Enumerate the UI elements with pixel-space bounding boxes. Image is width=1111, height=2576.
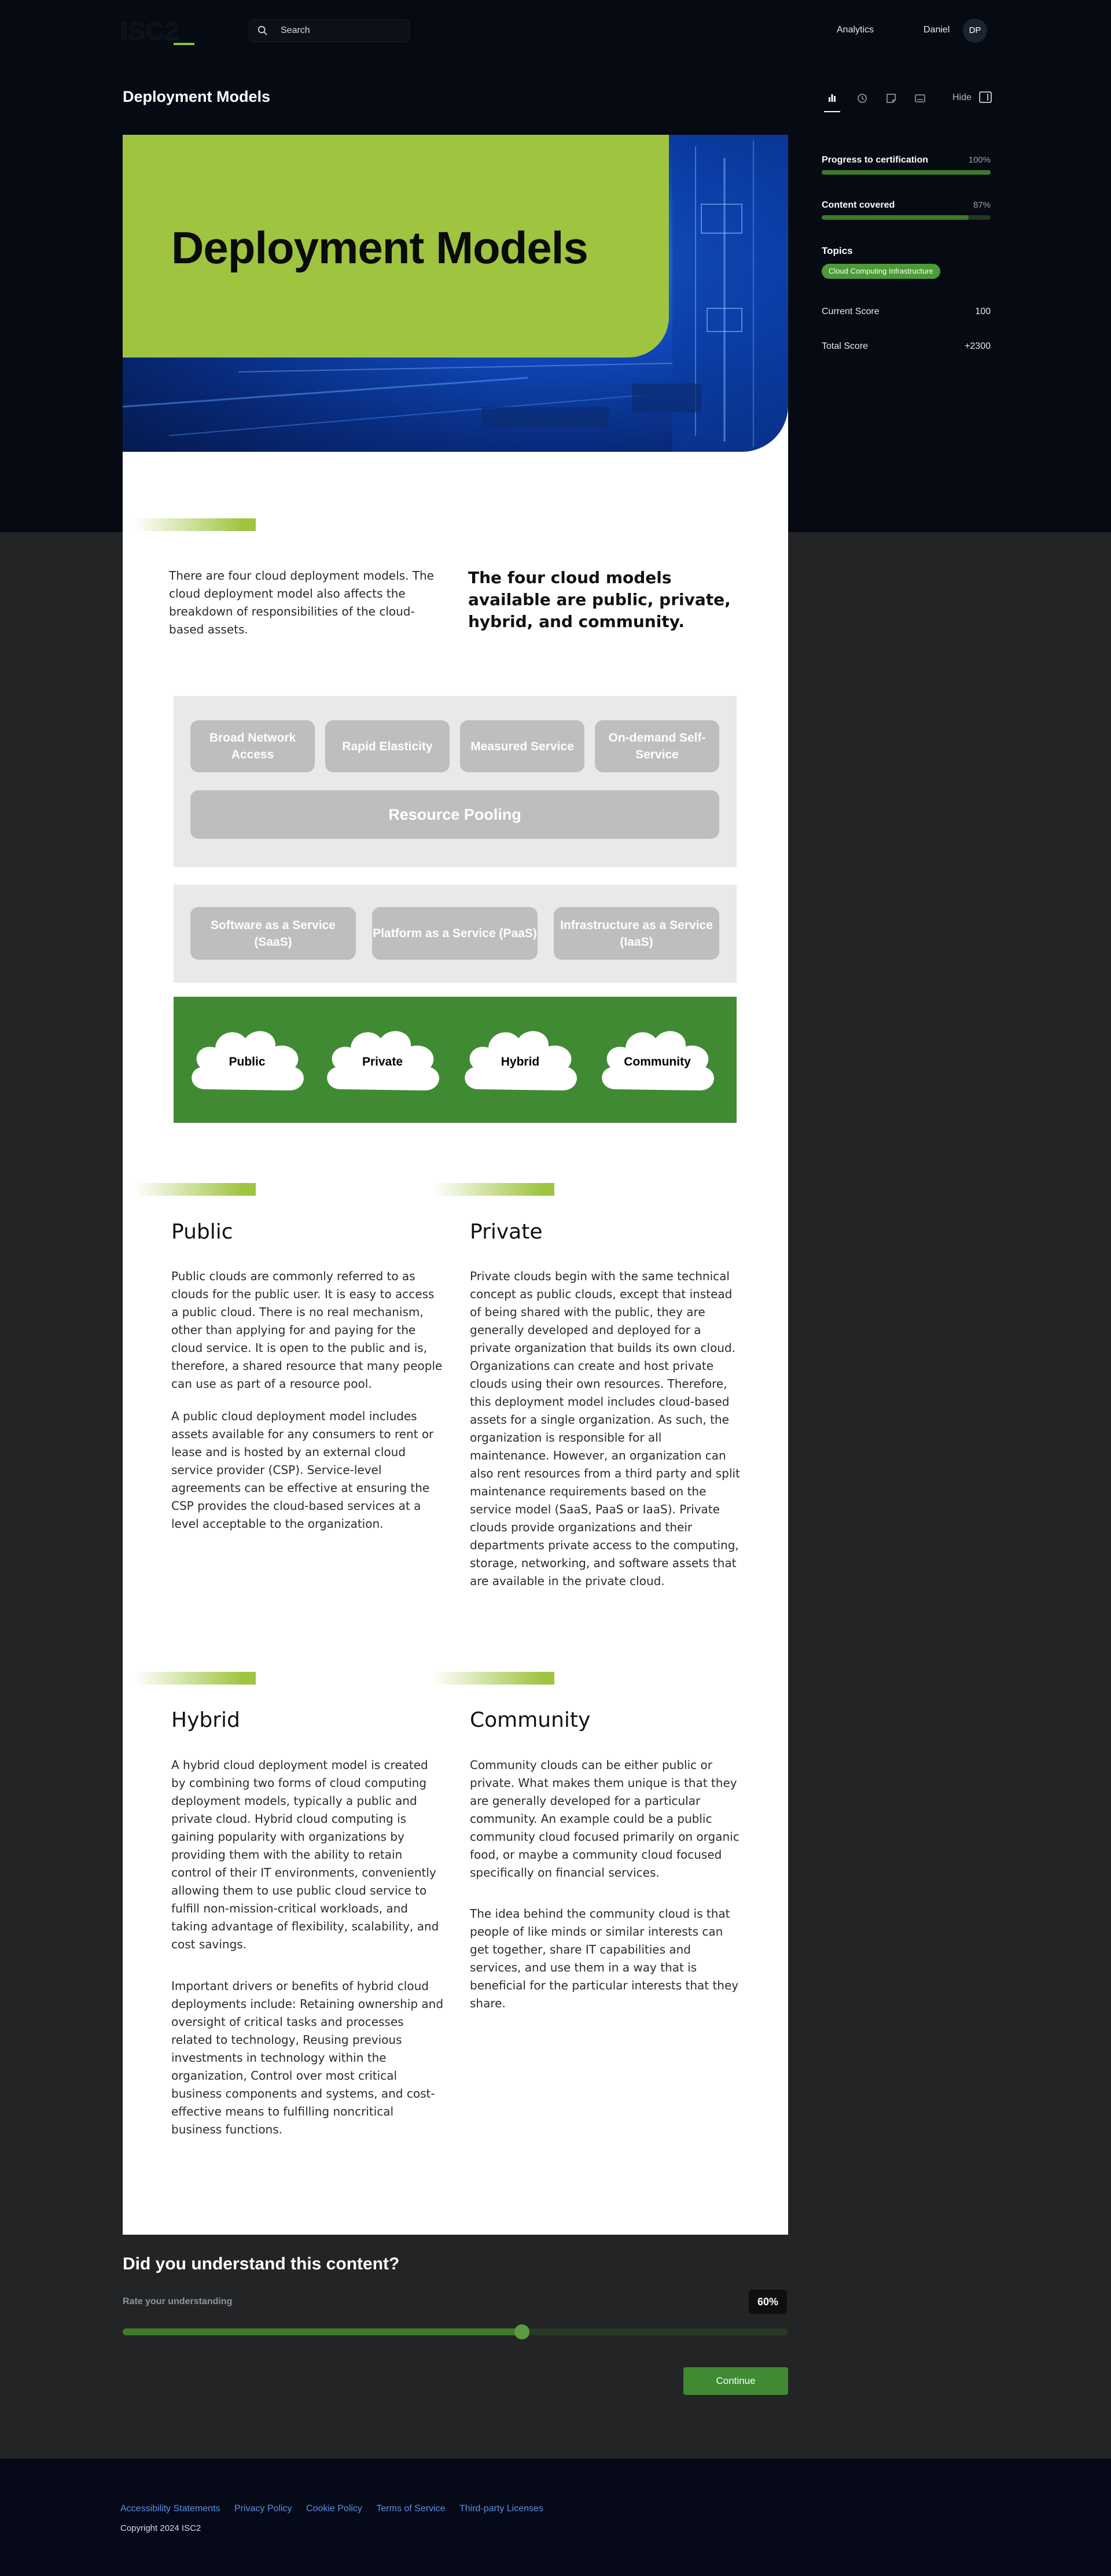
search-icon	[257, 25, 267, 35]
footer: Accessibility Statements Privacy Policy …	[0, 2459, 1111, 2576]
understanding-number: 60	[757, 2296, 769, 2308]
progress-bar-fill	[822, 170, 991, 175]
cloud-community: Community	[593, 1020, 722, 1104]
content-covered: Content covered 87%	[822, 200, 991, 223]
bar-chart-icon	[829, 94, 836, 102]
user-name[interactable]: Daniel	[924, 25, 950, 35]
cloud-label-public: Public	[229, 1055, 266, 1068]
cloud-public: Public	[183, 1020, 311, 1104]
topic-chip[interactable]: Cloud Computing Infrastructure	[822, 264, 940, 279]
characteristic-rapid-elasticity: Rapid Elasticity	[325, 720, 450, 772]
hero-title: Deployment Models	[171, 222, 588, 273]
hide-sidebar-button[interactable]: Hide	[952, 93, 972, 103]
understanding-value: 60%	[749, 2290, 787, 2314]
service-saas: Software as a Service (SaaS)	[190, 907, 356, 960]
section-accent-bar	[134, 518, 256, 531]
current-score-row: Current Score 100	[822, 307, 991, 320]
avatar[interactable]: DP	[963, 19, 987, 43]
captions-icon	[915, 94, 925, 102]
public-paragraph-2: A public cloud deployment model includes…	[171, 1409, 434, 1531]
history-button[interactable]	[852, 88, 873, 109]
characteristic-on-demand-self-service: On-demand Self-Service	[595, 720, 719, 772]
copyright: Copyright 2024 ISC2	[120, 2523, 201, 2533]
sidebar-toggle-icon[interactable]	[979, 91, 992, 103]
content-bar-fill	[822, 215, 969, 220]
footer-link-terms[interactable]: Terms of Service	[376, 2504, 445, 2514]
slider-thumb[interactable]	[514, 2324, 529, 2339]
service-paas: Platform as a Service (PaaS)	[372, 907, 538, 960]
understanding-unit: %	[769, 2296, 779, 2308]
footer-link-accessibility[interactable]: Accessibility Statements	[120, 2504, 220, 2514]
cloud-label-private: Private	[362, 1055, 403, 1068]
private-paragraph-1: Private clouds begin with the same techn…	[470, 1269, 740, 1588]
intro-lead: The four cloud models available are publ…	[468, 568, 731, 631]
captions-button[interactable]	[910, 88, 930, 109]
total-score-row: Total Score +2300	[822, 341, 991, 355]
current-score-value: 100	[975, 307, 991, 316]
logo-text: ISC2	[120, 17, 179, 46]
community-paragraph-2: The idea behind the community cloud is t…	[470, 1907, 739, 2010]
cloud-hybrid: Hybrid	[456, 1020, 584, 1104]
community-paragraph-1: Community clouds can be either public or…	[470, 1758, 740, 1880]
cloud-label-community: Community	[624, 1055, 691, 1068]
resource-pooling: Resource Pooling	[190, 790, 719, 839]
characteristic-broad-network-access: Broad Network Access	[190, 720, 315, 772]
section-title-public: Public	[171, 1220, 233, 1244]
progress-bar	[822, 170, 991, 175]
note-icon	[886, 94, 896, 103]
section-accent-bar	[433, 1183, 554, 1196]
section-title-private: Private	[470, 1220, 543, 1244]
service-iaas: Infrastructure as a Service (IaaS)	[554, 907, 719, 960]
search-placeholder: Search	[281, 25, 310, 35]
notes-button[interactable]	[881, 88, 902, 109]
feedback-title: Did you understand this content?	[123, 2254, 400, 2273]
footer-link-privacy[interactable]: Privacy Policy	[234, 2504, 292, 2514]
hybrid-paragraph-1: A hybrid cloud deployment model is creat…	[171, 1758, 439, 1951]
isc2-logo[interactable]: ISC2	[120, 17, 196, 46]
content-bar	[822, 215, 991, 220]
footer-links: Accessibility Statements Privacy Policy …	[120, 2504, 555, 2514]
section-accent-bar	[433, 1672, 554, 1685]
content-value: 87%	[973, 200, 991, 210]
cloud-characteristics-box: Broad Network Access Rapid Elasticity Me…	[174, 696, 737, 867]
footer-link-third-party[interactable]: Third-party Licenses	[459, 2504, 543, 2514]
topics-section: Topics Cloud Computing Infrastructure	[822, 245, 991, 286]
section-title-community: Community	[470, 1708, 591, 1732]
search-input[interactable]: Search	[249, 19, 410, 42]
top-header: ISC2 Search Analytics Daniel DP	[0, 0, 1111, 61]
page-title: Deployment Models	[123, 88, 271, 105]
lesson-card: Deployment Models There are four cloud d…	[123, 135, 788, 2235]
section-title-hybrid: Hybrid	[171, 1708, 240, 1732]
service-models-box: Software as a Service (SaaS) Platform as…	[174, 885, 737, 983]
nav-analytics-link[interactable]: Analytics	[837, 25, 874, 35]
continue-button[interactable]: Continue	[683, 2367, 788, 2395]
progress-label: Progress to certification	[822, 155, 929, 165]
rate-label: Rate your understanding	[123, 2297, 233, 2306]
footer-link-cookie[interactable]: Cookie Policy	[306, 2504, 362, 2514]
progress-certification: Progress to certification 100%	[822, 155, 991, 178]
cloud-label-hybrid: Hybrid	[501, 1055, 540, 1068]
total-score-value: +2300	[965, 341, 991, 351]
slider-fill	[123, 2328, 522, 2335]
public-paragraph-1: Public clouds are commonly referred to a…	[171, 1269, 443, 1391]
hybrid-paragraph-2: Important drivers or benefits of hybrid …	[171, 1979, 444, 2136]
characteristic-measured-service: Measured Service	[460, 720, 584, 772]
content-label: Content covered	[822, 200, 895, 210]
progress-value: 100%	[968, 155, 991, 165]
logo-accent	[174, 43, 194, 45]
topics-title: Topics	[822, 245, 853, 256]
hero-banner: Deployment Models	[123, 135, 788, 452]
intro-text: There are four cloud deployment models. …	[169, 569, 434, 636]
history-icon	[858, 94, 867, 103]
cloud-private: Private	[318, 1020, 447, 1104]
deployment-models-box: Public Private Hybrid Community	[174, 997, 737, 1123]
stats-view-button[interactable]	[822, 88, 843, 112]
current-score-label: Current Score	[822, 307, 880, 316]
section-accent-bar	[134, 1672, 256, 1685]
understanding-slider[interactable]	[123, 2324, 788, 2339]
section-accent-bar	[134, 1183, 256, 1196]
